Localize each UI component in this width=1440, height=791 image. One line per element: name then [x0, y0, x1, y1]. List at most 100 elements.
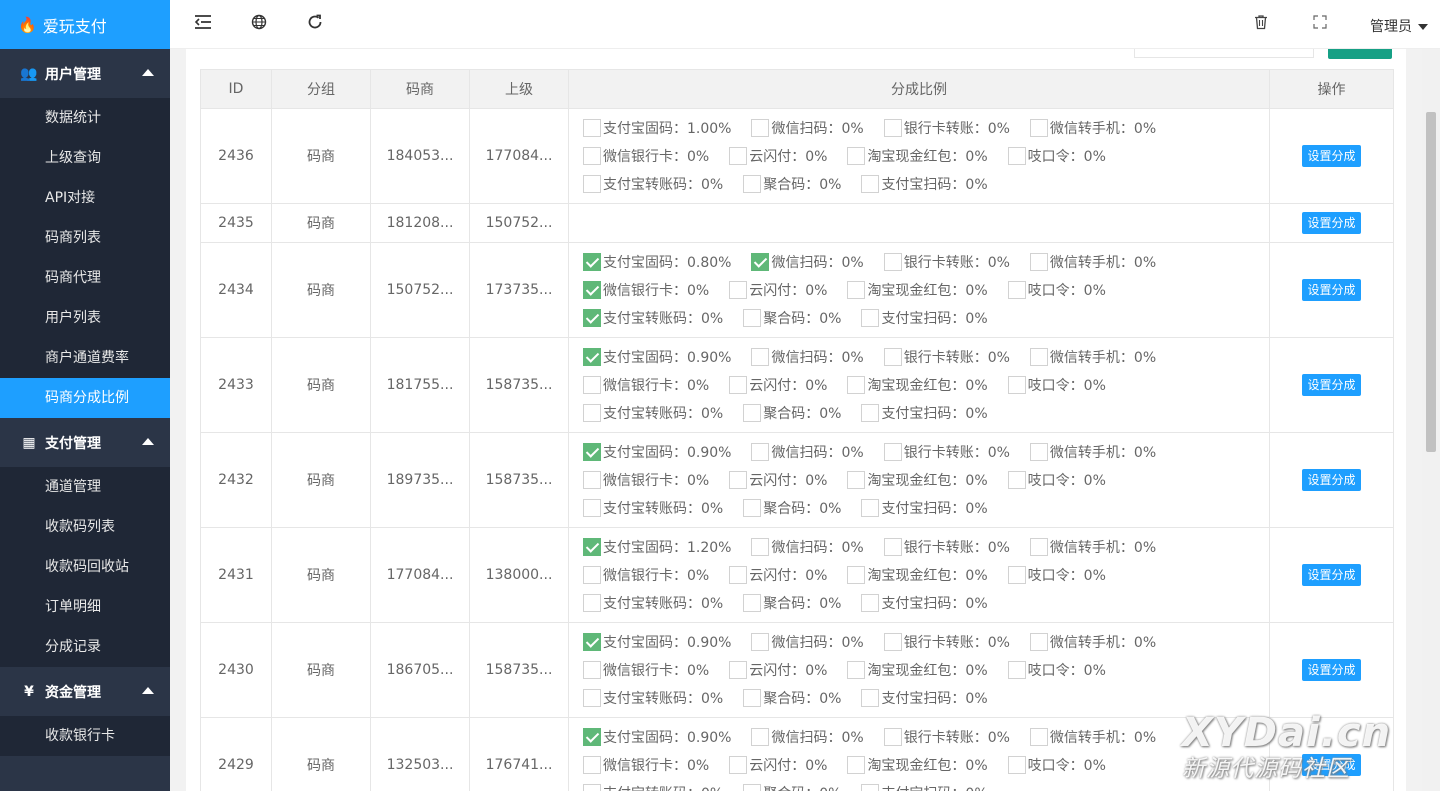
sidebar-item[interactable]: 订单明细 [0, 587, 170, 627]
ratio-checkbox[interactable]: 聚合码：0% [743, 308, 841, 328]
ratio-checkbox[interactable]: 支付宝转账码：0% [583, 688, 723, 708]
set-ratio-button[interactable]: 设置分成 [1302, 212, 1361, 234]
checkbox-icon[interactable] [847, 147, 866, 165]
checkbox-checked-icon[interactable] [583, 538, 601, 556]
checkbox-icon[interactable] [1007, 566, 1026, 584]
checkbox-checked-icon[interactable] [583, 348, 601, 366]
ratio-checkbox[interactable]: 银行卡转账：0% [883, 252, 1010, 272]
ratio-checkbox[interactable]: 微信银行卡：0% [583, 470, 709, 490]
ratio-checkbox[interactable]: 淘宝现金红包：0% [847, 146, 988, 166]
ratio-checkbox[interactable]: 微信银行卡：0% [583, 660, 709, 680]
set-ratio-button[interactable]: 设置分成 [1302, 564, 1361, 586]
ratio-checkbox[interactable]: 支付宝固码：1.20% [583, 537, 731, 557]
ratio-checkbox[interactable]: 微信扫码：0% [751, 442, 864, 462]
ratio-checkbox[interactable]: 淘宝现金红包：0% [847, 375, 988, 395]
ratio-checkbox[interactable]: 支付宝扫码：0% [861, 498, 988, 518]
ratio-checkbox[interactable]: 微信银行卡：0% [583, 280, 709, 300]
ratio-checkbox[interactable]: 微信转手机：0% [1029, 442, 1156, 462]
checkbox-checked-icon[interactable] [583, 728, 601, 746]
checkbox-icon[interactable] [583, 661, 601, 679]
checkbox-icon[interactable] [1007, 471, 1026, 489]
checkbox-icon[interactable] [751, 728, 770, 746]
ratio-checkbox[interactable]: 聚合码：0% [743, 593, 841, 613]
checkbox-icon[interactable] [861, 594, 880, 612]
scrollbar-thumb[interactable] [1426, 112, 1436, 452]
ratio-checkbox[interactable]: 银行卡转账：0% [883, 118, 1010, 138]
checkbox-icon[interactable] [1007, 147, 1026, 165]
checkbox-icon[interactable] [583, 689, 601, 707]
checkbox-checked-icon[interactable] [583, 253, 601, 271]
checkbox-icon[interactable] [729, 471, 748, 489]
ratio-checkbox[interactable]: 支付宝扫码：0% [861, 593, 988, 613]
ratio-checkbox[interactable]: 微信银行卡：0% [583, 755, 709, 775]
sidebar-group-2[interactable]: ¥ 资金管理 [0, 667, 170, 716]
fullscreen-icon[interactable] [1310, 14, 1330, 34]
ratio-checkbox[interactable]: 吱口令：0% [1007, 660, 1106, 680]
checkbox-icon[interactable] [743, 499, 762, 517]
ratio-checkbox[interactable]: 支付宝扫码：0% [861, 174, 988, 194]
checkbox-icon[interactable] [883, 119, 902, 137]
checkbox-icon[interactable] [861, 404, 880, 422]
ratio-checkbox[interactable]: 支付宝扫码：0% [861, 403, 988, 423]
checkbox-icon[interactable] [883, 348, 902, 366]
checkbox-checked-icon[interactable] [583, 443, 601, 461]
ratio-checkbox[interactable]: 支付宝转账码：0% [583, 308, 723, 328]
sidebar-item[interactable]: 码商分成比例 [0, 378, 170, 418]
ratio-checkbox[interactable]: 聚合码：0% [743, 403, 841, 423]
checkbox-icon[interactable] [1007, 376, 1026, 394]
ratio-checkbox[interactable]: 支付宝转账码：0% [583, 498, 723, 518]
ratio-checkbox[interactable]: 微信转手机：0% [1029, 347, 1156, 367]
ratio-checkbox[interactable]: 吱口令：0% [1007, 470, 1106, 490]
checkbox-icon[interactable] [847, 566, 866, 584]
ratio-checkbox[interactable]: 淘宝现金红包：0% [847, 470, 988, 490]
sidebar-item[interactable]: 收款银行卡 [0, 716, 170, 756]
ratio-checkbox[interactable]: 支付宝转账码：0% [583, 593, 723, 613]
sidebar-item[interactable]: 数据统计 [0, 98, 170, 138]
checkbox-icon[interactable] [743, 689, 762, 707]
admin-menu[interactable]: 管理员 [1370, 16, 1428, 36]
sidebar-item[interactable]: 码商列表 [0, 218, 170, 258]
ratio-checkbox[interactable]: 云闪付：0% [729, 755, 827, 775]
ratio-checkbox[interactable]: 微信转手机：0% [1029, 632, 1156, 652]
checkbox-icon[interactable] [583, 404, 601, 422]
checkbox-icon[interactable] [847, 756, 866, 774]
checkbox-icon[interactable] [1029, 348, 1048, 366]
ratio-checkbox[interactable]: 支付宝固码：0.90% [583, 442, 731, 462]
ratio-checkbox[interactable]: 云闪付：0% [729, 660, 827, 680]
checkbox-icon[interactable] [583, 471, 601, 489]
checkbox-icon[interactable] [861, 689, 880, 707]
checkbox-icon[interactable] [1029, 633, 1048, 651]
checkbox-icon[interactable] [583, 376, 601, 394]
ratio-checkbox[interactable]: 银行卡转账：0% [883, 442, 1010, 462]
sidebar-item[interactable]: 上级查询 [0, 138, 170, 178]
ratio-checkbox[interactable]: 云闪付：0% [729, 565, 827, 585]
ratio-checkbox[interactable]: 云闪付：0% [729, 146, 827, 166]
ratio-checkbox[interactable]: 微信扫码：0% [751, 252, 864, 272]
ratio-checkbox[interactable]: 微信转手机：0% [1029, 727, 1156, 747]
checkbox-icon[interactable] [847, 376, 866, 394]
checkbox-icon[interactable] [729, 147, 748, 165]
ratio-checkbox[interactable]: 支付宝固码：0.90% [583, 347, 731, 367]
ratio-checkbox[interactable]: 支付宝转账码：0% [583, 783, 723, 791]
checkbox-icon[interactable] [729, 661, 748, 679]
sidebar-item[interactable]: 通道管理 [0, 467, 170, 507]
checkbox-icon[interactable] [583, 499, 601, 517]
checkbox-checked-icon[interactable] [583, 633, 601, 651]
ratio-checkbox[interactable]: 银行卡转账：0% [883, 347, 1010, 367]
search-input[interactable] [1134, 49, 1314, 58]
checkbox-icon[interactable] [751, 348, 770, 366]
search-button[interactable] [1328, 49, 1392, 59]
checkbox-icon[interactable] [751, 633, 770, 651]
checkbox-icon[interactable] [1029, 253, 1048, 271]
logo[interactable]: 🔥 爱玩支付 [0, 0, 170, 49]
set-ratio-button[interactable]: 设置分成 [1302, 145, 1361, 167]
sidebar-item[interactable]: 收款码回收站 [0, 547, 170, 587]
sidebar-item[interactable]: 码商代理 [0, 258, 170, 298]
ratio-checkbox[interactable]: 微信扫码：0% [751, 347, 864, 367]
checkbox-icon[interactable] [1007, 281, 1026, 299]
ratio-checkbox[interactable]: 微信扫码：0% [751, 727, 864, 747]
ratio-checkbox[interactable]: 淘宝现金红包：0% [847, 565, 988, 585]
checkbox-icon[interactable] [729, 281, 748, 299]
checkbox-icon[interactable] [751, 443, 770, 461]
ratio-checkbox[interactable]: 支付宝扫码：0% [861, 688, 988, 708]
